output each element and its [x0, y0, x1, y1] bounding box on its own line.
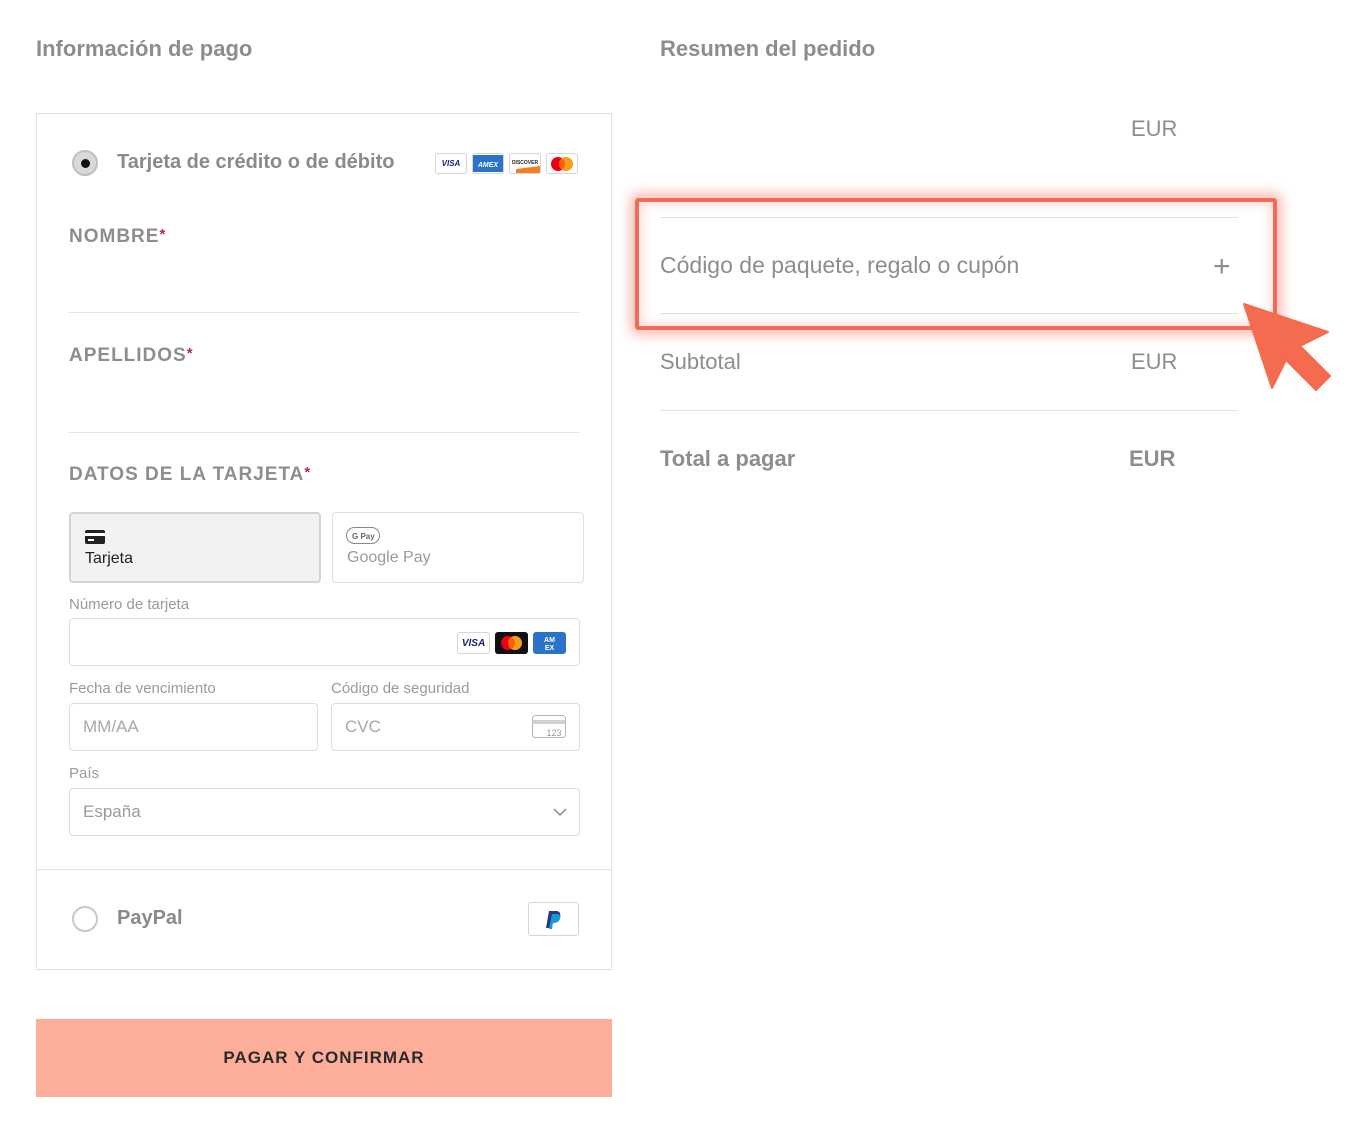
- tab-google-pay[interactable]: G Pay Google Pay: [332, 512, 584, 583]
- mastercard-icon: [495, 632, 528, 654]
- expiry-input[interactable]: [83, 717, 283, 737]
- card-option-radio[interactable]: [72, 150, 98, 176]
- chevron-down-icon: [553, 808, 567, 817]
- tab-google-pay-label: Google Pay: [347, 549, 431, 566]
- payment-methods-box: Tarjeta de crédito o de débito VISA AMEX…: [36, 113, 612, 970]
- card-number-label: Número de tarjeta: [69, 596, 190, 613]
- pay-confirm-button[interactable]: PAGAR Y CONFIRMAR: [36, 1019, 612, 1097]
- subtotal-label: Subtotal: [660, 349, 741, 374]
- nombre-underline: [69, 312, 579, 313]
- security-field[interactable]: 123: [331, 703, 580, 751]
- paypal-option-label[interactable]: PayPal: [117, 907, 183, 930]
- total-currency: EUR: [1129, 446, 1176, 471]
- paypal-icon: [528, 902, 579, 936]
- amex-icon: AMEX: [533, 632, 566, 654]
- payment-methods-divider: [37, 869, 611, 870]
- tab-tarjeta-label: Tarjeta: [85, 550, 134, 567]
- card-option-label[interactable]: Tarjeta de crédito o de débito: [117, 151, 394, 174]
- expiry-label: Fecha de vencimiento: [69, 680, 216, 697]
- summary-divider-coupon: [660, 313, 1238, 314]
- mastercard-icon: [546, 153, 578, 174]
- top-currency: EUR: [1131, 116, 1178, 141]
- svg-text:DISCOVER: DISCOVER: [512, 160, 539, 166]
- svg-text:AMEX: AMEX: [477, 162, 500, 169]
- apellidos-input[interactable]: [69, 373, 579, 431]
- visa-icon: VISA: [457, 632, 490, 654]
- apellidos-label: APELLIDOS*: [69, 345, 194, 366]
- tab-tarjeta[interactable]: Tarjeta: [69, 512, 321, 583]
- country-select[interactable]: España: [69, 788, 580, 836]
- cvc-card-icon: 123: [532, 715, 566, 738]
- svg-text:G Pay: G Pay: [352, 532, 375, 541]
- svg-text:EX: EX: [545, 645, 555, 652]
- google-pay-icon: G Pay: [346, 527, 380, 544]
- subtotal-currency: EUR: [1131, 349, 1178, 374]
- nombre-label: NOMBRE*: [69, 226, 167, 247]
- card-data-label: DATOS DE LA TARJETA*: [69, 464, 312, 485]
- payment-info-title: Información de pago: [36, 36, 253, 61]
- country-value: España: [83, 802, 141, 821]
- amex-icon: AMEX: [472, 153, 504, 174]
- coupon-toggle-label[interactable]: Código de paquete, regalo o cupón: [660, 252, 1019, 279]
- credit-card-icon: [85, 530, 105, 544]
- svg-text:AM: AM: [544, 637, 555, 644]
- discover-icon: DISCOVER: [509, 153, 541, 174]
- visa-icon: VISA: [435, 153, 467, 174]
- security-label: Código de seguridad: [331, 680, 470, 697]
- summary-divider-subtotal: [660, 410, 1238, 411]
- card-number-field[interactable]: VISA AM EX: [69, 618, 580, 666]
- country-label: País: [69, 765, 100, 782]
- total-label: Total a pagar: [660, 446, 796, 471]
- nombre-input[interactable]: [69, 254, 579, 312]
- svg-text:123: 123: [546, 728, 561, 738]
- security-input[interactable]: [345, 717, 545, 737]
- paypal-option-radio[interactable]: [72, 906, 98, 932]
- arrow-cursor-icon: [1243, 303, 1331, 391]
- apellidos-underline: [69, 432, 579, 433]
- card-number-input[interactable]: [83, 632, 283, 652]
- order-summary-title: Resumen del pedido: [660, 36, 876, 61]
- plus-icon[interactable]: +: [1213, 250, 1231, 284]
- expiry-field[interactable]: [69, 703, 318, 751]
